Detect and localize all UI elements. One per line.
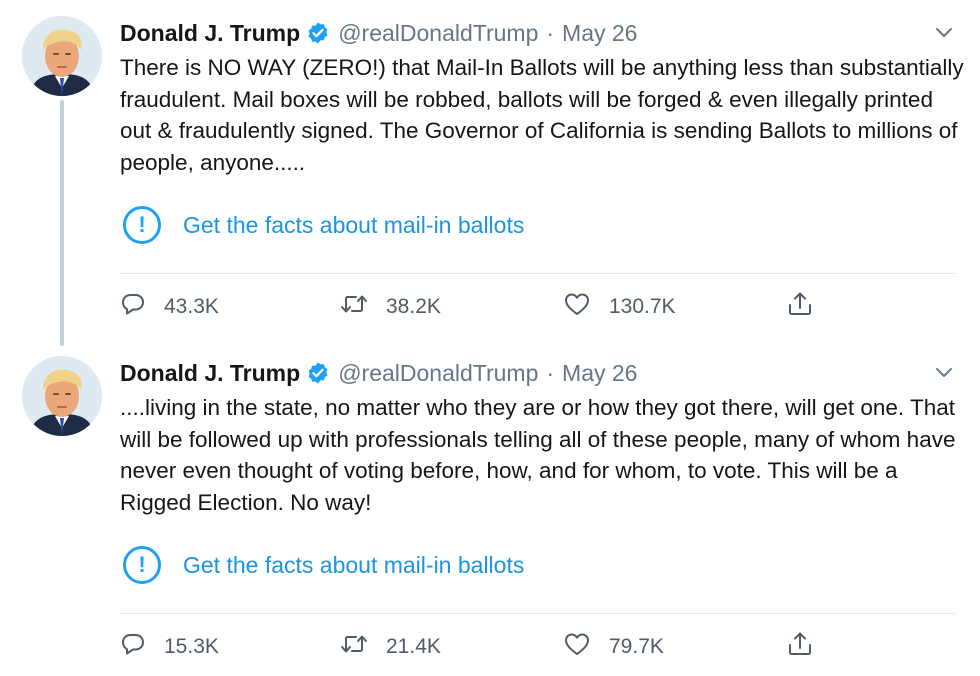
tweet-date[interactable]: May 26: [562, 20, 637, 47]
separator-dot: ·: [546, 359, 555, 386]
tweet-text: ....living in the state, no matter who t…: [120, 395, 956, 515]
fact-check-link[interactable]: ! Get the facts about mail-in ballots: [120, 204, 524, 246]
retweet-icon: [340, 631, 368, 663]
reply-count: 43.3K: [164, 295, 219, 318]
chevron-down-icon[interactable]: [934, 26, 954, 45]
share-button[interactable]: [786, 626, 814, 668]
verified-badge-icon: [306, 21, 330, 45]
author-handle[interactable]: @realDonaldTrump: [338, 360, 538, 387]
fact-check-label[interactable]: Get the facts about mail-in ballots: [183, 212, 524, 239]
divider: [120, 273, 955, 274]
verified-badge-icon: [306, 361, 330, 385]
reply-button[interactable]: 43.3K: [120, 286, 219, 328]
share-icon: [786, 630, 814, 664]
separator-dot: ·: [546, 19, 555, 46]
author-name[interactable]: Donald J. Trump: [120, 360, 300, 387]
fact-check-link[interactable]: ! Get the facts about mail-in ballots: [120, 544, 524, 586]
tweet-date[interactable]: May 26: [562, 360, 637, 387]
like-count: 130.7K: [609, 295, 676, 318]
reply-count: 15.3K: [164, 635, 219, 658]
avatar[interactable]: [22, 356, 102, 436]
heart-icon: [563, 631, 591, 663]
tweet-header: Donald J. Trump @realDonaldTrump · May 2…: [120, 357, 637, 389]
avatar[interactable]: [22, 16, 102, 96]
reply-icon: [120, 631, 146, 663]
retweet-button[interactable]: 38.2K: [340, 286, 441, 328]
reply-button[interactable]: 15.3K: [120, 626, 219, 668]
author-handle[interactable]: @realDonaldTrump: [338, 20, 538, 47]
retweet-count: 21.4K: [386, 635, 441, 658]
share-icon: [786, 290, 814, 324]
reply-icon: [120, 291, 146, 323]
exclamation-circle-icon: !: [123, 546, 161, 584]
retweet-icon: [340, 291, 368, 323]
chevron-down-icon[interactable]: [934, 366, 954, 385]
author-name[interactable]: Donald J. Trump: [120, 20, 300, 47]
retweet-count: 38.2K: [386, 295, 441, 318]
fact-check-label[interactable]: Get the facts about mail-in ballots: [183, 552, 524, 579]
tweet-actions: 15.3K 21.4K 79.7K: [0, 626, 980, 668]
exclamation-circle-icon: !: [123, 206, 161, 244]
tweet-header: Donald J. Trump @realDonaldTrump · May 2…: [120, 17, 637, 49]
heart-icon: [563, 291, 591, 323]
like-count: 79.7K: [609, 635, 664, 658]
retweet-button[interactable]: 21.4K: [340, 626, 441, 668]
like-button[interactable]: 130.7K: [563, 286, 676, 328]
divider: [120, 613, 955, 614]
like-button[interactable]: 79.7K: [563, 626, 664, 668]
tweet-text: There is NO WAY (ZERO!) that Mail-In Bal…: [120, 55, 964, 175]
share-button[interactable]: [786, 286, 814, 328]
tweet-actions: 43.3K 38.2K 130.7K: [0, 286, 980, 328]
